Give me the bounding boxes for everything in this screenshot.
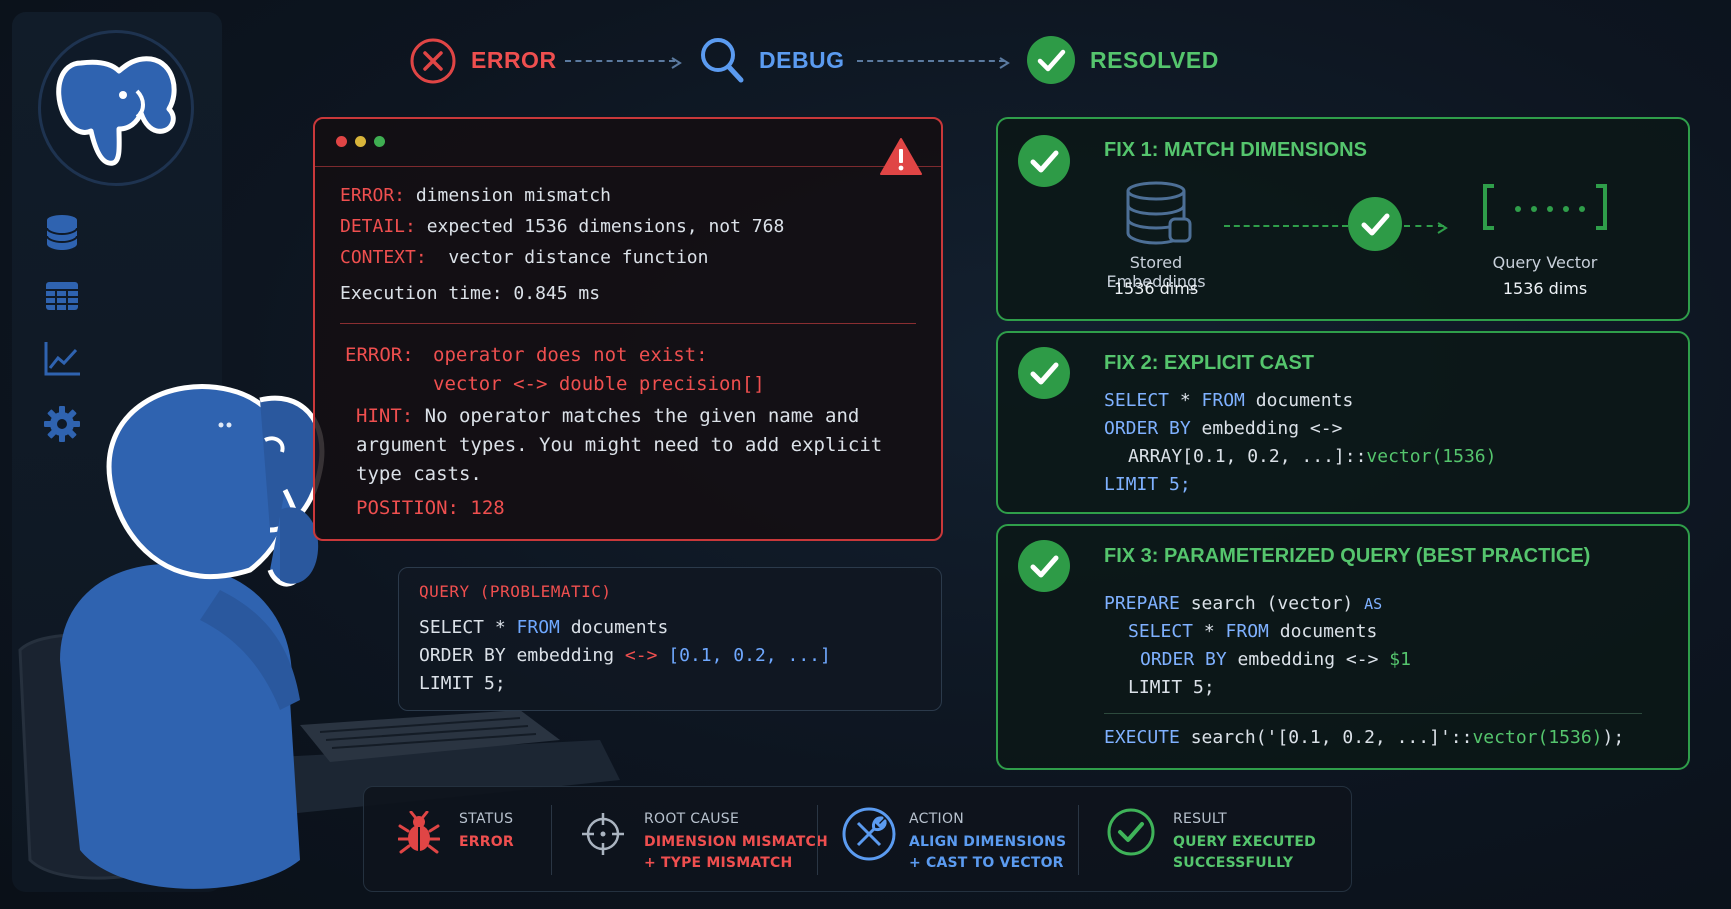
- status-label: STATUS: [459, 811, 514, 827]
- postgres-logo: [38, 30, 194, 186]
- hint-block: HINT: No operator matches the given name…: [356, 405, 883, 485]
- fix-2-code: SELECT * FROM documents ORDER BY embeddi…: [1104, 390, 1497, 495]
- execution-time: Execution time: 0.845 ms: [340, 283, 601, 304]
- action-label: ACTION: [909, 811, 965, 827]
- fix-1-panel: FIX 1: MATCH DIMENSIONS Stored Embedding…: [996, 117, 1690, 321]
- root-cause-label: ROOT CAUSE: [644, 811, 740, 827]
- root-cause-value: DIMENSION MISMATCH + TYPE MISMATCH: [644, 834, 828, 871]
- table-icon[interactable]: [42, 276, 82, 316]
- bug-icon: [397, 810, 441, 855]
- check-icon: [1018, 347, 1070, 399]
- separator: [1078, 805, 1079, 875]
- fix-1-title: FIX 1: MATCH DIMENSIONS: [1104, 139, 1367, 161]
- flow-error-label: ERROR: [471, 47, 557, 73]
- arrow-head-icon: [998, 54, 1010, 69]
- vector-bracket-icon: [1482, 183, 1608, 231]
- window-minimize-dot[interactable]: [355, 136, 366, 147]
- fix-2-title: FIX 2: EXPLICIT CAST: [1104, 352, 1315, 374]
- target-icon: [580, 811, 626, 857]
- stored-embeddings-dims: 1536 dims: [1113, 279, 1199, 298]
- error-line-3: CONTEXT: vector distance function: [340, 247, 709, 268]
- dims-connector-left: [1224, 225, 1348, 227]
- database-icon: [1124, 181, 1194, 247]
- result-value: QUERY EXECUTED SUCCESSFULLY: [1173, 834, 1316, 871]
- arrow-head-icon: [670, 54, 682, 69]
- query-title: QUERY (PROBLEMATIC): [419, 582, 612, 601]
- operator-error-key: ERROR:: [345, 344, 414, 366]
- error-line-1: ERROR: dimension mismatch: [340, 185, 611, 206]
- result-label: RESULT: [1173, 811, 1227, 827]
- operator-error-line-2: vector <-> double precision[]: [433, 373, 765, 395]
- divider: [1104, 713, 1642, 714]
- check-icon: [1018, 135, 1070, 187]
- query-code: SELECT * FROM documents ORDER BY embeddi…: [419, 617, 831, 694]
- query-vector-label: Query Vector: [1492, 253, 1598, 272]
- terminal-titlebar: [315, 119, 941, 175]
- window-close-dot[interactable]: [336, 136, 347, 147]
- flow-arrow-1: [565, 60, 675, 62]
- fix-2-panel: FIX 2: EXPLICIT CAST SELECT * FROM docum…: [996, 331, 1690, 514]
- database-icon[interactable]: [42, 212, 82, 252]
- error-line-2: DETAIL: expected 1536 dimensions, not 76…: [340, 216, 785, 237]
- check-icon: [1348, 197, 1402, 251]
- action-value: ALIGN DIMENSIONS + CAST TO VECTOR: [909, 834, 1067, 871]
- divider: [340, 323, 916, 324]
- operator-error-line-1: operator does not exist:: [433, 344, 708, 366]
- separator: [817, 805, 818, 875]
- wrench-icon: [842, 807, 896, 861]
- query-vector-dims: 1536 dims: [1502, 279, 1588, 298]
- problematic-query-panel: QUERY (PROBLEMATIC) SELECT * FROM docume…: [398, 567, 942, 711]
- elephant-eyes: [218, 413, 232, 428]
- separator: [551, 805, 552, 875]
- fix-3-panel: FIX 3: PARAMETERIZED QUERY (BEST PRACTIC…: [996, 524, 1690, 770]
- error-output-panel: ERROR: dimension mismatch DETAIL: expect…: [313, 117, 943, 541]
- chart-icon[interactable]: [42, 338, 82, 378]
- check-icon: [1018, 540, 1070, 592]
- check-icon: [1026, 35, 1076, 85]
- fix-3-title: FIX 3: PARAMETERIZED QUERY (BEST PRACTIC…: [1104, 545, 1591, 567]
- arrow-head-icon: [1436, 219, 1448, 234]
- status-value: ERROR: [459, 834, 514, 850]
- fix-3-code: PREPARE search (vector) AS SELECT * FROM…: [1104, 593, 1411, 698]
- fix-3-execute: EXECUTE search('[0.1, 0.2, ...]'::vector…: [1104, 727, 1625, 748]
- status-bar: STATUS ERROR ROOT CAUSE DIMENSION MISMAT…: [363, 786, 1352, 892]
- position: POSITION: 128: [356, 497, 505, 519]
- flow-debug-label: DEBUG: [759, 47, 845, 73]
- flow-arrow-2: [857, 60, 1005, 62]
- flow-resolved-label: RESOLVED: [1090, 47, 1219, 73]
- magnifier-icon: [697, 34, 747, 86]
- window-maximize-dot[interactable]: [374, 136, 385, 147]
- warning-icon: [879, 137, 923, 177]
- error-x-icon: [408, 36, 458, 86]
- check-icon: [1106, 807, 1156, 857]
- postgres-elephant-logo: [56, 56, 177, 166]
